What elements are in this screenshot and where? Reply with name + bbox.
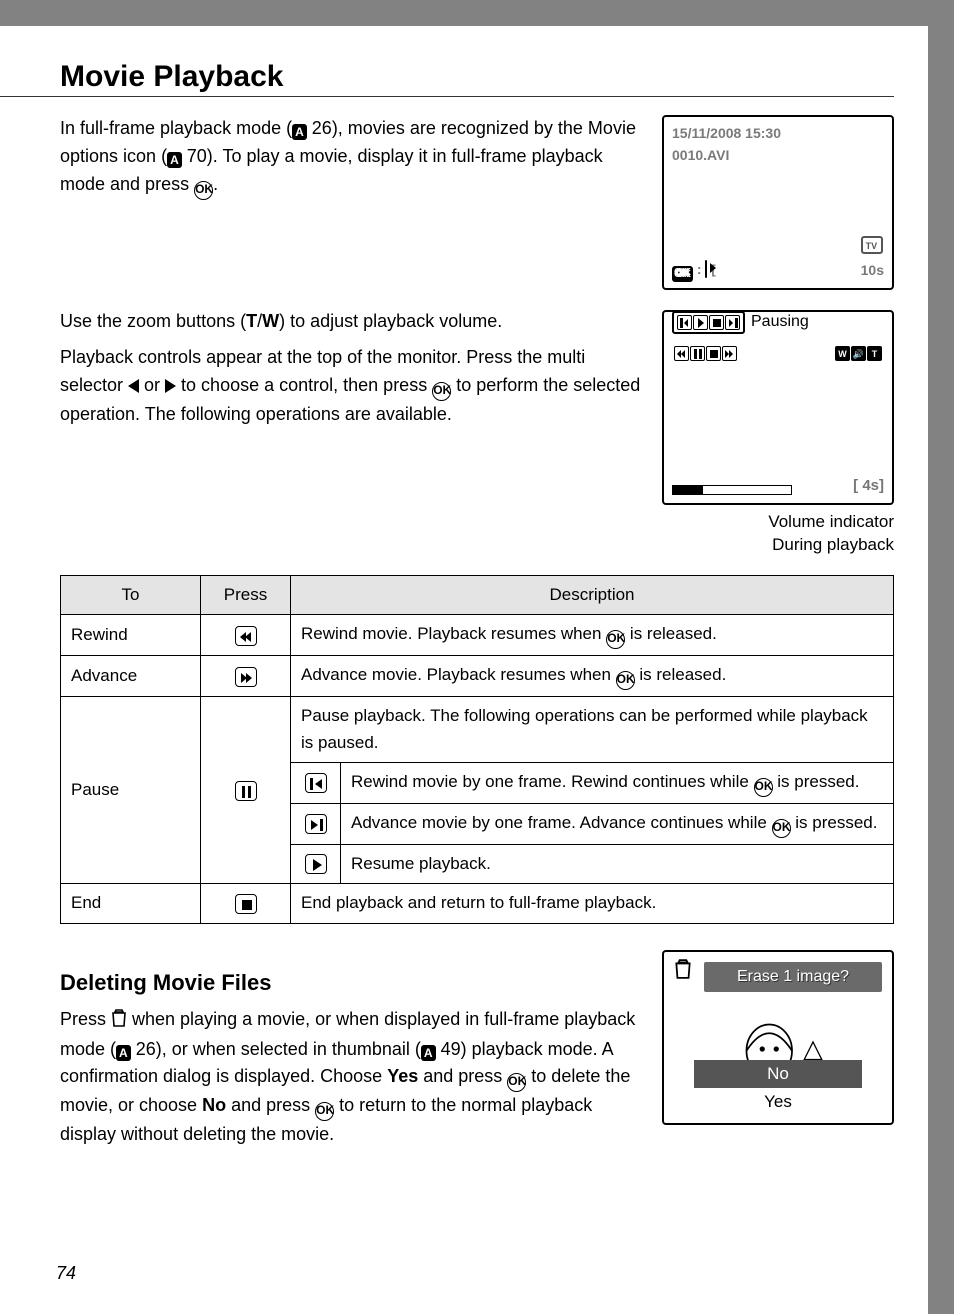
screen-filename: 0010.AVI <box>672 145 884 167</box>
tv-icon <box>861 236 883 254</box>
stop-icon <box>706 346 721 361</box>
ok-icon: OK <box>315 1102 334 1121</box>
frame-fwd-icon <box>305 814 327 834</box>
pause-icon <box>690 346 705 361</box>
ok-icon: OK <box>432 382 451 401</box>
ok-icon: OK <box>606 630 625 649</box>
control-strip-highlighted <box>672 311 745 334</box>
erase-option-yes: Yes <box>694 1088 862 1116</box>
heading-rule: Movie Playback <box>60 60 894 97</box>
erase-option-no: No <box>694 1060 862 1088</box>
right-arrow-icon <box>165 379 176 393</box>
advance-icon <box>235 667 257 687</box>
speaker-icon: 🔊 <box>851 346 866 361</box>
play-icon <box>693 315 708 330</box>
frame-back-icon <box>305 773 327 793</box>
screen-date: 15/11/2008 15:30 <box>672 123 884 145</box>
frame-back-icon <box>677 315 692 330</box>
lcd-preview-pausing: Pausing W 🔊 <box>662 310 894 505</box>
lcd-preview-erase: Erase 1 image? No Yes <box>662 950 894 1125</box>
row-pause: Pause Pause playback. The following oper… <box>61 697 894 763</box>
ref-icon: A <box>292 124 307 140</box>
figure-caption: Volume indicator During playback <box>662 511 894 557</box>
ok-icon: OK <box>772 819 791 838</box>
lcd-preview-playback: 15/11/2008 15:30 0010.AVI OK : [ 10s <box>662 115 894 290</box>
play-icon <box>305 854 327 874</box>
page-title: Movie Playback <box>60 60 894 94</box>
volume-indicator: W 🔊 T <box>835 346 882 361</box>
col-desc: Description <box>291 575 894 614</box>
trash-icon <box>674 958 692 989</box>
remaining-time: 4s <box>862 477 879 494</box>
row-end: End End playback and return to full-fram… <box>61 884 894 923</box>
ok-icon: OK <box>194 181 213 200</box>
ref-icon: A <box>167 152 182 168</box>
zoom-paragraph: Use the zoom buttons (T/W) to adjust pla… <box>60 308 644 336</box>
col-to: To <box>61 575 201 614</box>
operations-table: To Press Description Rewind Rewind movie… <box>60 575 894 924</box>
frame-fwd-icon <box>725 315 740 330</box>
ok-icon: OK <box>507 1073 526 1092</box>
pausing-label: Pausing <box>751 310 809 335</box>
erase-prompt: Erase 1 image? <box>704 962 882 993</box>
control-strip <box>674 346 737 361</box>
ok-icon: OK <box>672 266 693 282</box>
deleting-paragraph: Press when playing a movie, or when disp… <box>60 1006 648 1150</box>
ok-icon: OK <box>616 671 635 690</box>
stop-icon <box>235 894 257 914</box>
col-press: Press <box>201 575 291 614</box>
left-arrow-icon <box>128 379 139 393</box>
ref-icon: A <box>421 1045 436 1061</box>
controls-paragraph: Playback controls appear at the top of t… <box>60 344 644 429</box>
row-advance: Advance Advance movie. Playback resumes … <box>61 656 894 697</box>
trash-icon <box>111 1008 127 1036</box>
rewind-icon <box>674 346 689 361</box>
ref-icon: A <box>116 1045 131 1061</box>
ok-icon: OK <box>754 778 773 797</box>
rewind-icon <box>235 626 257 646</box>
stop-icon <box>709 315 724 330</box>
screen-duration: 10s <box>861 262 884 278</box>
deleting-title: Deleting Movie Files <box>60 966 648 1000</box>
advance-icon <box>722 346 737 361</box>
row-rewind: Rewind Rewind movie. Playback resumes wh… <box>61 615 894 656</box>
progress-bar <box>672 485 792 495</box>
intro-paragraph: In full-frame playback mode (A 26), movi… <box>60 115 644 290</box>
play-icon <box>705 260 707 278</box>
page-number: 74 <box>56 1263 76 1284</box>
manual-page: Movies Movie Playback In full-frame play… <box>0 26 928 1314</box>
pause-icon <box>235 781 257 801</box>
